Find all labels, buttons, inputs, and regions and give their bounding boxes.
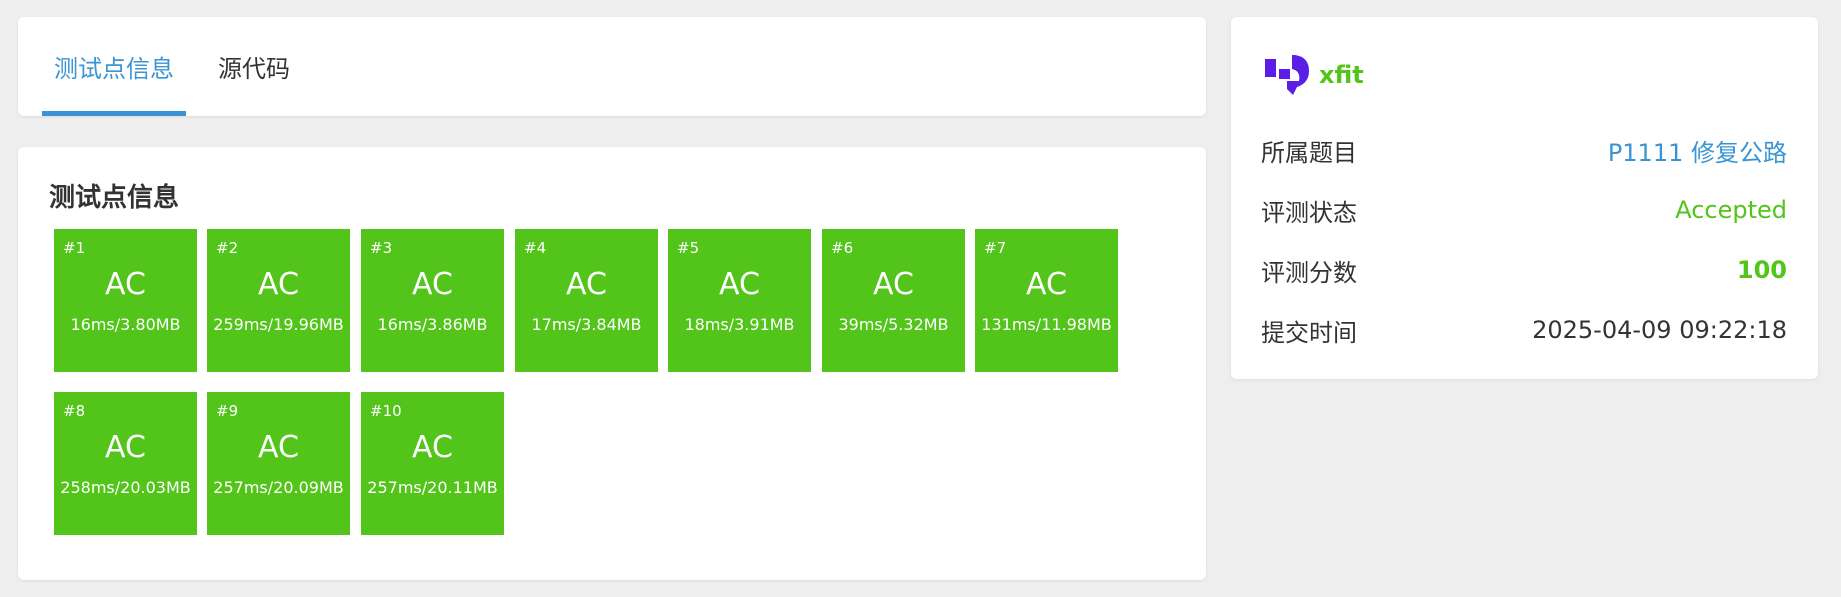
info-label-status: 评测状态 [1261,198,1357,227]
testpoint-id: #1 [63,239,86,257]
testpoint-tile[interactable]: #1 AC 16ms/3.80MB [54,229,197,372]
testpoint-status: AC [719,267,760,302]
problem-link[interactable]: P1111 修复公路 [1608,133,1787,168]
judge-status-value: Accepted [1675,196,1787,224]
info-row-problem: 所属题目 P1111 修复公路 [1261,130,1787,170]
testpoint-tile[interactable]: #2 AC 259ms/19.96MB [207,229,350,372]
submit-time-value: 2025-04-09 09:22:18 [1532,316,1787,344]
tab-source-code[interactable]: 源代码 [204,17,304,116]
testpoint-status: AC [105,267,146,302]
testpoint-id: #5 [677,239,700,257]
testpoint-result: 39ms/5.32MB [838,315,949,334]
testpoint-status: AC [412,267,453,302]
active-tab-indicator [42,111,186,116]
tab-testpoints[interactable]: 测试点信息 [42,17,186,116]
testpoint-id: #7 [984,239,1007,257]
testpoint-id: #3 [370,239,393,257]
testpoint-id: #9 [216,402,239,420]
testpoint-result: 257ms/20.09MB [213,478,344,497]
info-label-submit-time: 提交时间 [1261,318,1357,347]
testpoint-id: #4 [524,239,547,257]
testpoint-tile[interactable]: #8 AC 258ms/20.03MB [54,392,197,535]
testpoint-status: AC [566,267,607,302]
testpoint-tile[interactable]: #7 AC 131ms/11.98MB [975,229,1118,372]
testpoint-status: AC [258,267,299,302]
testpoint-result: 131ms/11.98MB [981,315,1112,334]
tabs-card: 测试点信息 源代码 [18,17,1206,116]
xfit-logo-icon [1265,55,1309,95]
testpoint-tile[interactable]: #5 AC 18ms/3.91MB [668,229,811,372]
testpoint-result: 258ms/20.03MB [60,478,191,497]
info-row-score: 评测分数 100 [1261,250,1787,290]
info-row-status: 评测状态 Accepted [1261,190,1787,230]
judge-score-value: 100 [1736,256,1787,284]
testpoint-id: #10 [370,402,402,420]
testpoint-tile[interactable]: #6 AC 39ms/5.32MB [822,229,965,372]
testpoint-id: #2 [216,239,239,257]
testpoint-result: 16ms/3.80MB [70,315,181,334]
testpoint-status: AC [258,430,299,465]
testpoint-id: #6 [831,239,854,257]
testpoint-tile[interactable]: #9 AC 257ms/20.09MB [207,392,350,535]
brand-name: xfit [1319,61,1364,89]
testpoint-result: 18ms/3.91MB [684,315,795,334]
testpoint-result: 259ms/19.96MB [213,315,344,334]
info-row-submit-time: 提交时间 2025-04-09 09:22:18 [1261,310,1787,350]
testpoint-tile[interactable]: #10 AC 257ms/20.11MB [361,392,504,535]
testpoint-status: AC [105,430,146,465]
submission-info-card: xfit 所属题目 P1111 修复公路 评测状态 Accepted 评测分数 … [1231,17,1818,379]
testpoint-result: 257ms/20.11MB [367,478,498,497]
testpoints-card: 测试点信息 #1 AC 16ms/3.80MB #2 AC 259ms/19.9… [18,147,1206,580]
testpoint-status: AC [412,430,453,465]
testpoint-status: AC [1026,267,1067,302]
testpoints-title: 测试点信息 [49,183,180,213]
testpoint-tile[interactable]: #3 AC 16ms/3.86MB [361,229,504,372]
testpoint-status: AC [873,267,914,302]
info-label-score: 评测分数 [1261,258,1357,287]
info-label-problem: 所属题目 [1261,138,1357,167]
testpoint-id: #8 [63,402,86,420]
testpoint-result: 16ms/3.86MB [377,315,488,334]
testpoint-result: 17ms/3.84MB [531,315,642,334]
testpoint-tile[interactable]: #4 AC 17ms/3.84MB [515,229,658,372]
brand[interactable]: xfit [1265,55,1364,95]
